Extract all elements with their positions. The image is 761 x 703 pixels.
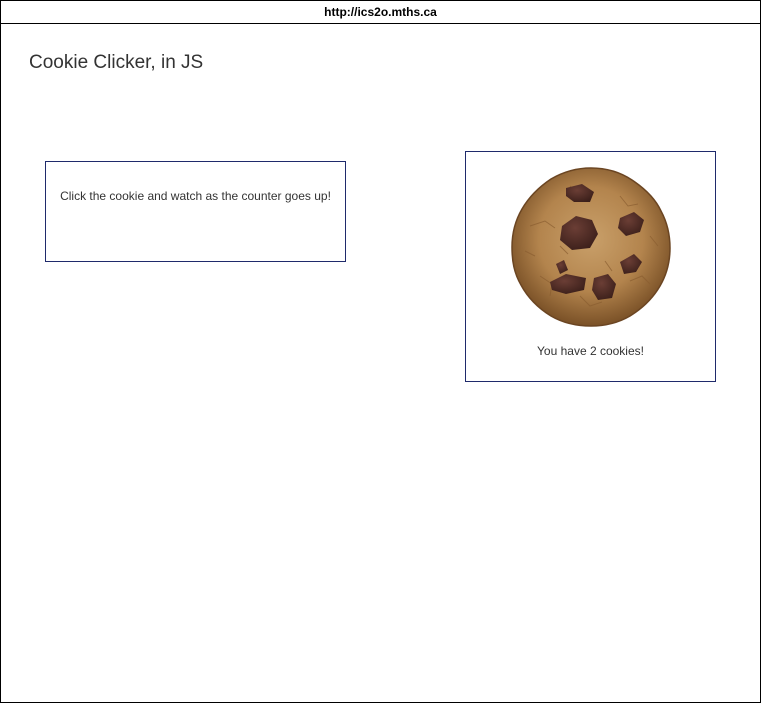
cookie-button[interactable] [510, 166, 672, 328]
instructions-text: Click the cookie and watch as the counte… [60, 189, 331, 203]
cookie-card: You have 2 cookies! [465, 151, 716, 382]
cookie-icon[interactable] [510, 166, 672, 328]
info-card: Click the cookie and watch as the counte… [45, 161, 346, 262]
page-title: Cookie Clicker, in JS [29, 52, 204, 73]
cookie-counter: You have 2 cookies! [537, 344, 644, 358]
browser-window: http://ics2o.mths.ca Cookie Clicker, in … [0, 0, 761, 703]
url-bar: http://ics2o.mths.ca [1, 1, 760, 24]
